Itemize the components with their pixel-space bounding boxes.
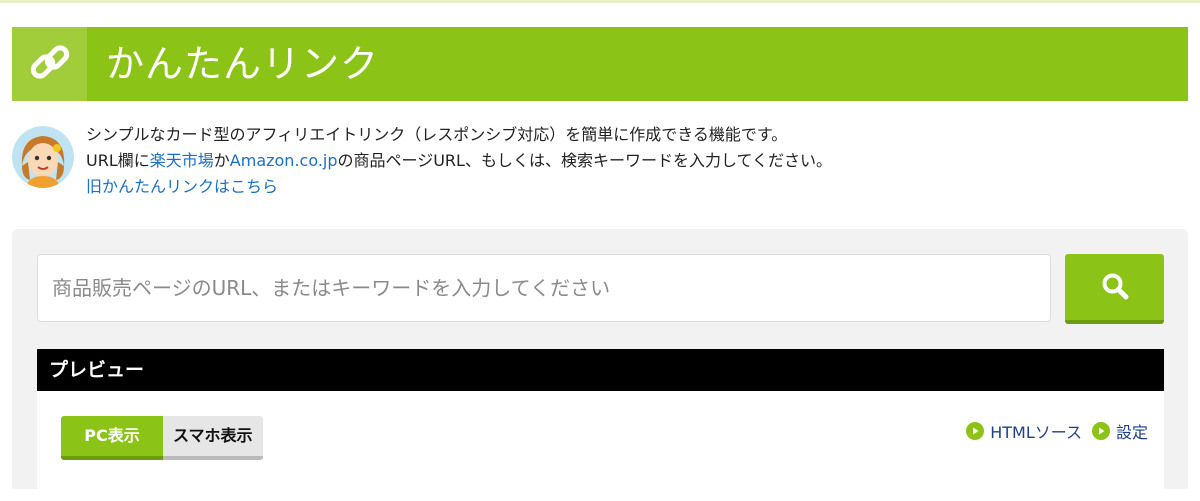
- intro-line-1: シンプルなカード型のアフィリエイトリンク（レスポンシブ対応）を簡単に作成できる機…: [86, 125, 788, 144]
- chain-link-icon: [27, 39, 73, 89]
- main-panel: プレビュー PC表示 スマホ表示 HTMLソース 設定: [12, 229, 1188, 501]
- avatar: [12, 126, 74, 188]
- view-toggle: PC表示 スマホ表示: [61, 416, 263, 460]
- play-circle-icon: [1091, 422, 1110, 440]
- intro-line-2: URL欄に楽天市場かAmazon.co.jpの商品ページURL、もしくは、検索キ…: [86, 148, 832, 174]
- html-source-link[interactable]: HTMLソース: [966, 419, 1082, 443]
- search-input[interactable]: [37, 254, 1051, 322]
- intro-text: シンプルなカード型のアフィリエイトリンク（レスポンシブ対応）を簡単に作成できる機…: [86, 122, 832, 200]
- amazon-link[interactable]: Amazon.co.jp: [230, 151, 338, 170]
- logo-box: [12, 27, 87, 101]
- rakuten-link[interactable]: 楽天市場: [150, 151, 214, 170]
- top-border: [0, 0, 1200, 3]
- preview-heading: プレビュー: [37, 349, 1164, 391]
- page-header: かんたんリンク: [12, 27, 1188, 101]
- intro-section: シンプルなカード型のアフィリエイトリンク（レスポンシブ対応）を簡単に作成できる機…: [12, 122, 1188, 202]
- search-button[interactable]: [1065, 254, 1164, 324]
- settings-link[interactable]: 設定: [1091, 419, 1148, 443]
- settings-label: 設定: [1115, 423, 1148, 442]
- html-source-label: HTMLソース: [990, 423, 1082, 442]
- search-icon: [1100, 271, 1130, 304]
- preview-body: PC表示 スマホ表示 HTMLソース 設定: [37, 391, 1164, 501]
- intro-line-2-prefix: URL欄に: [86, 151, 150, 170]
- old-version-link[interactable]: 旧かんたんリンクはこちら: [86, 177, 278, 196]
- page-title: かんたんリンク: [106, 42, 380, 86]
- tab-pc-view[interactable]: PC表示: [61, 416, 163, 460]
- intro-line-2-mid: か: [213, 151, 230, 170]
- play-circle-icon: [966, 422, 985, 440]
- preview-links: HTMLソース 設定: [956, 419, 1148, 443]
- intro-line-2-suffix: の商品ページURL、もしくは、検索キーワードを入力してください。: [337, 151, 832, 170]
- tab-smartphone-view[interactable]: スマホ表示: [163, 416, 263, 460]
